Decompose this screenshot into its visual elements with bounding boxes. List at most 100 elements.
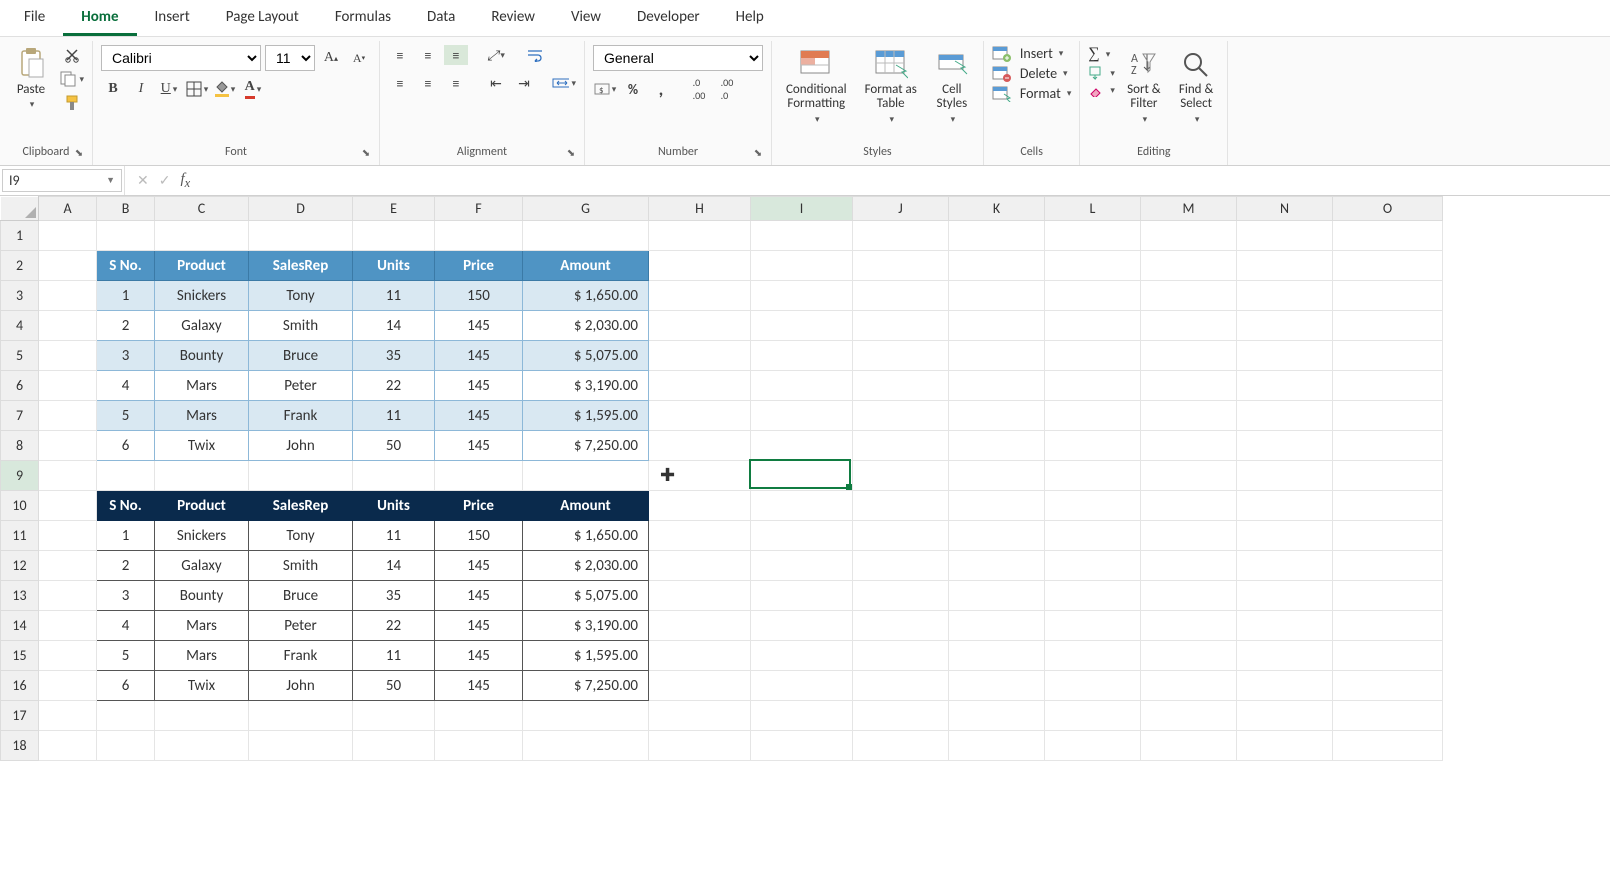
fill-color-button[interactable]: ▾	[213, 79, 237, 99]
cell-G5[interactable]: $ 5,075.00	[523, 341, 649, 371]
row-header-16[interactable]: 16	[1, 671, 39, 701]
cell-C8[interactable]: Twix	[155, 431, 249, 461]
accounting-format-button[interactable]: $▾	[593, 79, 617, 99]
cell-M12[interactable]	[1141, 551, 1237, 581]
cell-B9[interactable]	[97, 461, 155, 491]
col-header-L[interactable]: L	[1045, 197, 1141, 221]
cell-H12[interactable]	[649, 551, 751, 581]
cell-N4[interactable]	[1237, 311, 1333, 341]
cell-I6[interactable]	[751, 371, 853, 401]
cell-M13[interactable]	[1141, 581, 1237, 611]
cell-E11[interactable]: 11	[353, 521, 435, 551]
cell-E13[interactable]: 35	[353, 581, 435, 611]
cell-L16[interactable]	[1045, 671, 1141, 701]
cell-N9[interactable]	[1237, 461, 1333, 491]
cell-B5[interactable]: 3	[97, 341, 155, 371]
cell-B13[interactable]: 3	[97, 581, 155, 611]
cell-M11[interactable]	[1141, 521, 1237, 551]
cell-L10[interactable]	[1045, 491, 1141, 521]
cell-N14[interactable]	[1237, 611, 1333, 641]
row-header-18[interactable]: 18	[1, 731, 39, 761]
cell-C10[interactable]: Product	[155, 491, 249, 521]
fill-button[interactable]: ▾	[1088, 66, 1115, 80]
cell-K9[interactable]	[949, 461, 1045, 491]
cell-A1[interactable]	[39, 221, 97, 251]
cell-D4[interactable]: Smith	[249, 311, 353, 341]
cell-G14[interactable]: $ 3,190.00	[523, 611, 649, 641]
col-header-O[interactable]: O	[1333, 197, 1443, 221]
cell-L4[interactable]	[1045, 311, 1141, 341]
col-header-E[interactable]: E	[353, 197, 435, 221]
col-header-F[interactable]: F	[435, 197, 523, 221]
font-size-select[interactable]: 11	[265, 45, 315, 71]
col-header-A[interactable]: A	[39, 197, 97, 221]
cell-E1[interactable]	[353, 221, 435, 251]
cell-O18[interactable]	[1333, 731, 1443, 761]
cell-J12[interactable]	[853, 551, 949, 581]
row-header-11[interactable]: 11	[1, 521, 39, 551]
cell-K6[interactable]	[949, 371, 1045, 401]
orientation-button[interactable]: ⤢▾	[484, 45, 508, 65]
cell-A9[interactable]	[39, 461, 97, 491]
cell-A7[interactable]	[39, 401, 97, 431]
cell-A12[interactable]	[39, 551, 97, 581]
cell-O10[interactable]	[1333, 491, 1443, 521]
cell-F11[interactable]: 150	[435, 521, 523, 551]
cell-J5[interactable]	[853, 341, 949, 371]
cell-M2[interactable]	[1141, 251, 1237, 281]
cell-D6[interactable]: Peter	[249, 371, 353, 401]
borders-button[interactable]: ▾	[185, 79, 209, 99]
cell-A17[interactable]	[39, 701, 97, 731]
cell-D3[interactable]: Tony	[249, 281, 353, 311]
cell-I11[interactable]	[751, 521, 853, 551]
cell-G7[interactable]: $ 1,595.00	[523, 401, 649, 431]
cell-J6[interactable]	[853, 371, 949, 401]
cell-M4[interactable]	[1141, 311, 1237, 341]
cell-B11[interactable]: 1	[97, 521, 155, 551]
cell-F9[interactable]	[435, 461, 523, 491]
cell-C9[interactable]	[155, 461, 249, 491]
cell-L7[interactable]	[1045, 401, 1141, 431]
increase-indent-button[interactable]: ⇥	[512, 73, 536, 93]
row-header-17[interactable]: 17	[1, 701, 39, 731]
cell-I16[interactable]	[751, 671, 853, 701]
col-header-G[interactable]: G	[523, 197, 649, 221]
cell-A8[interactable]	[39, 431, 97, 461]
cell-C18[interactable]	[155, 731, 249, 761]
cell-B17[interactable]	[97, 701, 155, 731]
cell-E7[interactable]: 11	[353, 401, 435, 431]
cell-N1[interactable]	[1237, 221, 1333, 251]
cell-M3[interactable]	[1141, 281, 1237, 311]
cell-K5[interactable]	[949, 341, 1045, 371]
cell-I15[interactable]	[751, 641, 853, 671]
cell-E17[interactable]	[353, 701, 435, 731]
row-header-3[interactable]: 3	[1, 281, 39, 311]
cell-A18[interactable]	[39, 731, 97, 761]
cell-F17[interactable]	[435, 701, 523, 731]
cell-K10[interactable]	[949, 491, 1045, 521]
cell-C15[interactable]: Mars	[155, 641, 249, 671]
row-header-5[interactable]: 5	[1, 341, 39, 371]
cell-D14[interactable]: Peter	[249, 611, 353, 641]
tab-insert[interactable]: Insert	[137, 2, 208, 36]
cell-J11[interactable]	[853, 521, 949, 551]
tab-data[interactable]: Data	[409, 2, 473, 36]
cell-F4[interactable]: 145	[435, 311, 523, 341]
cell-M8[interactable]	[1141, 431, 1237, 461]
cell-G9[interactable]	[523, 461, 649, 491]
cell-N7[interactable]	[1237, 401, 1333, 431]
dialog-launcher-icon[interactable]: ⬊	[72, 146, 86, 160]
cell-M5[interactable]	[1141, 341, 1237, 371]
row-header-2[interactable]: 2	[1, 251, 39, 281]
cell-H1[interactable]	[649, 221, 751, 251]
cell-O7[interactable]	[1333, 401, 1443, 431]
cell-I13[interactable]	[751, 581, 853, 611]
cell-E10[interactable]: Units	[353, 491, 435, 521]
align-top-button[interactable]: ≡	[388, 45, 412, 65]
cell-C12[interactable]: Galaxy	[155, 551, 249, 581]
cell-I3[interactable]	[751, 281, 853, 311]
dialog-launcher-icon[interactable]: ⬊	[359, 146, 373, 160]
cell-J10[interactable]	[853, 491, 949, 521]
cell-L9[interactable]	[1045, 461, 1141, 491]
enter-formula-button[interactable]: ✓	[159, 172, 171, 189]
